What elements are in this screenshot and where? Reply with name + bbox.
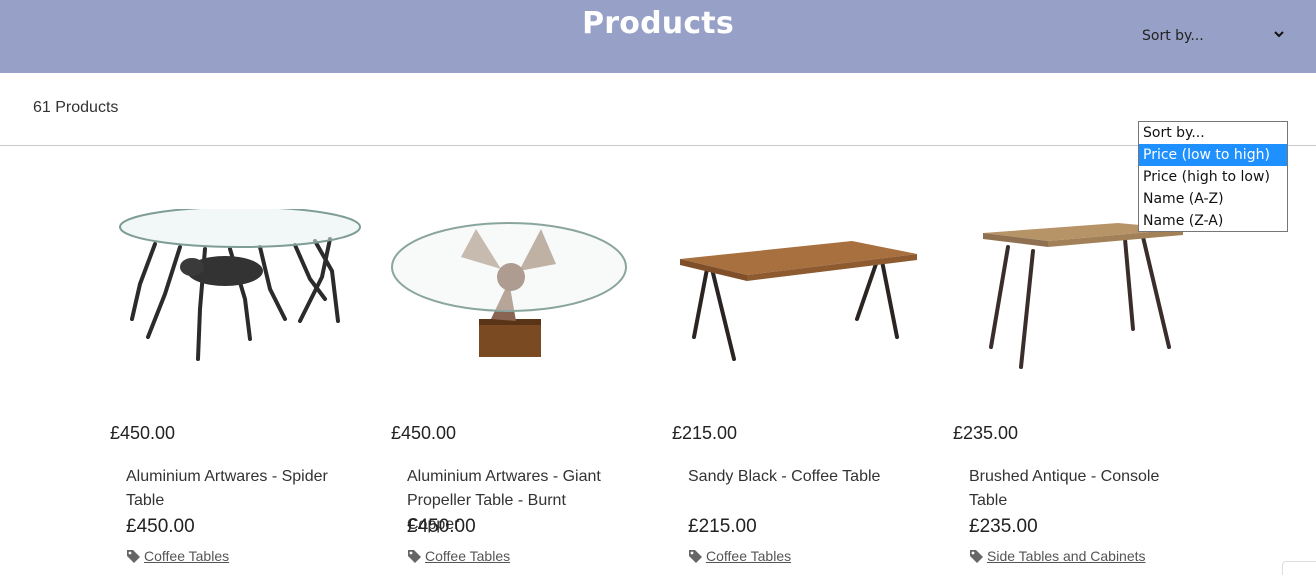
sort-option-name-a-z[interactable]: Name (A-Z) [1139,188,1287,210]
product-price-secondary: £450.00 [407,516,476,537]
product-category: Coffee Tables [688,548,791,564]
product-image[interactable] [110,209,370,379]
category-link[interactable]: Coffee Tables [144,548,229,564]
tag-icon [689,550,702,563]
sort-option-price-high-low[interactable]: Price (high to low) [1139,166,1287,188]
product-price: £235.00 [953,423,1019,443]
sort-select[interactable]: Sort by... [1138,26,1288,46]
product-price: £215.00 [672,423,738,443]
category-link[interactable]: Side Tables and Cabinets [987,548,1146,564]
product-price: £450.00 [110,423,176,443]
sort-select-value: Sort by... [1142,28,1204,44]
product-count: 61 Products [33,99,119,116]
product-price: £450.00 [391,423,457,443]
product-card[interactable]: £450.00 Aluminium Artwares - Giant Prope… [391,147,651,575]
product-price-secondary: £450.00 [126,516,195,537]
product-name[interactable]: Sandy Black - Coffee Table [688,465,903,489]
product-image[interactable] [953,209,1213,379]
product-name[interactable]: Brushed Antique - Console Table [969,465,1184,513]
product-category: Side Tables and Cabinets [969,548,1146,564]
product-price-secondary: £215.00 [688,516,757,537]
product-name[interactable]: Aluminium Artwares - Spider Table [126,465,341,513]
toolbar: 61 Products [0,73,1316,146]
sort-option-name-z-a[interactable]: Name (Z-A) [1139,210,1287,232]
product-category: Coffee Tables [126,548,229,564]
corner-widget[interactable] [1282,561,1316,575]
product-category: Coffee Tables [407,548,510,564]
tag-icon [970,550,983,563]
category-link[interactable]: Coffee Tables [706,548,791,564]
chevron-down-icon [1274,31,1284,38]
product-grid: £450.00 Aluminium Artwares - Spider Tabl… [0,147,1316,575]
product-image[interactable] [672,209,932,379]
product-card[interactable]: £215.00 Sandy Black - Coffee Table £215.… [672,147,932,575]
product-image[interactable] [391,209,651,379]
category-link[interactable]: Coffee Tables [425,548,510,564]
sort-option-price-low-high[interactable]: Price (low to high) [1139,144,1287,166]
sort-option-default[interactable]: Sort by... [1139,122,1287,144]
page-title: Products [582,6,734,41]
product-price-secondary: £235.00 [969,516,1038,537]
product-card[interactable]: £450.00 Aluminium Artwares - Spider Tabl… [110,147,370,575]
page-header: Products [0,0,1316,73]
tag-icon [408,550,421,563]
sort-dropdown-list: Sort by... Price (low to high) Price (hi… [1138,121,1288,232]
tag-icon [127,550,140,563]
